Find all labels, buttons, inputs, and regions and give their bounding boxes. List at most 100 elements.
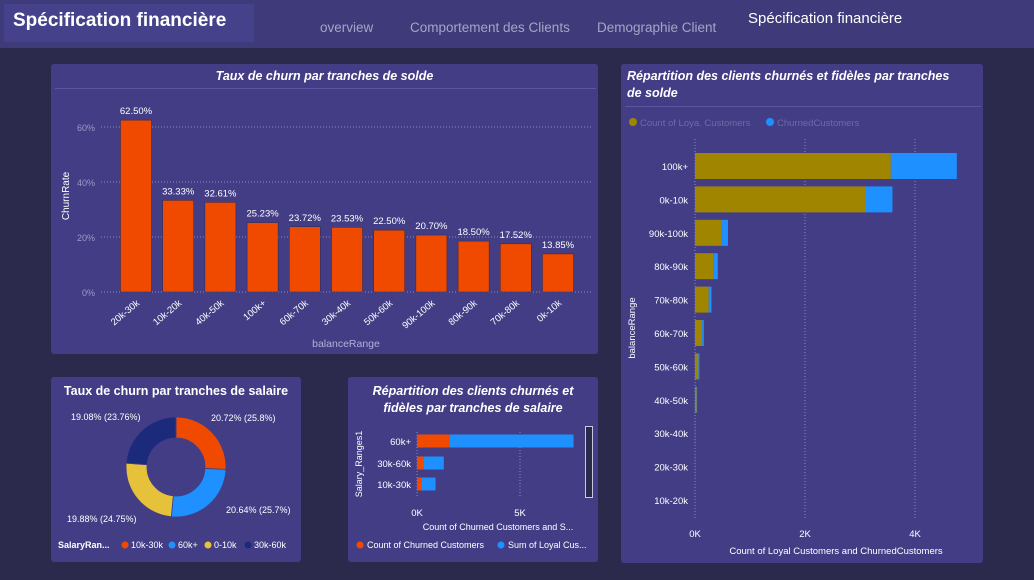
x-tick-label: 4K <box>909 529 921 540</box>
data-label: 17.52% <box>500 230 533 241</box>
y-tick-label: 100k+ <box>662 162 689 173</box>
slice-label: 19.08% (23.76%) <box>71 412 141 422</box>
y-tick-label: 0% <box>82 288 95 298</box>
bar <box>457 240 490 293</box>
bar-segment <box>695 219 722 246</box>
donut-slice <box>175 416 227 470</box>
balance-churn-card: Taux de churn par tranches de solde 0% 20… <box>51 64 598 354</box>
x-tick-label: 0k-10k <box>535 298 564 325</box>
x-tick-label: 100k+ <box>241 298 268 324</box>
bar-segment <box>695 286 709 313</box>
y-axis-title: Salary_Ranges1 <box>354 431 364 498</box>
donut-slice <box>125 462 174 518</box>
legend-marker <box>168 541 176 549</box>
y-tick-label: 90k-100k <box>649 229 688 240</box>
legend-label: 60k+ <box>178 540 198 550</box>
bar-segment <box>695 153 891 179</box>
tab-comportement-clients[interactable]: Comportement des Clients <box>410 0 570 48</box>
bar-segment <box>865 186 893 213</box>
legend-marker <box>497 541 505 549</box>
bar-segment <box>695 386 697 413</box>
legend-label: 10k-30k <box>131 540 164 550</box>
bar-segment <box>417 477 422 491</box>
bar-segment <box>721 219 728 246</box>
x-tick-label: 0K <box>411 508 423 519</box>
bar <box>331 227 363 293</box>
y-tick-label: 40% <box>77 178 95 188</box>
y-tick-label: 10k-30k <box>377 480 411 491</box>
data-label: 33.33% <box>162 186 195 197</box>
bar-segment <box>695 320 703 346</box>
slice-label: 20.72% (25.8%) <box>211 413 276 423</box>
y-tick-label: 50k-60k <box>654 362 688 373</box>
bar <box>120 119 152 293</box>
y-tick-label: 30k-40k <box>654 429 688 440</box>
legend-label: Count of Churned Customers <box>367 540 485 550</box>
donut-slice <box>170 468 227 518</box>
y-tick-label: 70k-80k <box>654 296 688 307</box>
bar-segment <box>890 153 957 179</box>
page-title: Spécification financière <box>4 4 254 42</box>
data-label: 22.50% <box>373 216 406 227</box>
x-tick-label: 0K <box>689 529 701 540</box>
data-label: 23.53% <box>331 213 364 224</box>
bar-segment <box>702 320 704 346</box>
bar <box>415 234 448 293</box>
x-axis-title: Count of Churned Customers and S... <box>423 522 574 532</box>
legend-label: 30k-60k <box>254 540 287 550</box>
y-tick-label: 10k-20k <box>654 496 688 507</box>
data-label: 13.85% <box>542 240 575 251</box>
x-tick-label: 30k-40k <box>320 298 353 328</box>
legend-marker <box>356 541 364 549</box>
legend-marker <box>766 118 774 126</box>
legend-marker <box>244 541 252 549</box>
slice-label: 19.88% (24.75%) <box>67 514 137 524</box>
bar-segment <box>695 353 699 380</box>
legend-label: ChurnedCustomers <box>777 118 860 129</box>
x-axis-title: balanceRange <box>312 338 380 350</box>
legend-label: Sum of Loyal Cus... <box>508 540 587 550</box>
legend-label: 0-10k <box>214 540 237 550</box>
bar <box>162 200 194 293</box>
x-tick-label: 70k-80k <box>489 298 522 328</box>
x-tick-label: 5K <box>514 508 526 519</box>
salary-split-card: Répartition des clients churnés et fidèl… <box>348 377 598 562</box>
bar <box>204 202 237 293</box>
tab-demographie-client[interactable]: Demographie Client <box>597 0 716 48</box>
data-label: 23.72% <box>289 213 322 224</box>
legend-title: SalaryRan... <box>58 540 110 550</box>
bar <box>289 226 321 293</box>
bar <box>542 253 574 293</box>
tab-specification-financiere[interactable]: Spécification financière <box>748 0 902 48</box>
data-label: 18.50% <box>457 227 490 238</box>
salary-churn-card: Taux de churn par tranches de salaire 20… <box>51 377 301 562</box>
legend-marker <box>629 118 637 126</box>
bar-segment <box>417 456 424 470</box>
x-tick-label: 10k-20k <box>151 298 184 328</box>
bar-segment <box>421 477 436 491</box>
y-tick-label: 0k-10k <box>659 195 688 206</box>
x-tick-label: 20k-30k <box>109 298 142 328</box>
bar-segment <box>708 286 712 313</box>
y-tick-label: 80k-90k <box>654 262 688 273</box>
top-navigation-bar: Spécification financière overview Compor… <box>0 0 1034 48</box>
legend-marker <box>121 541 129 549</box>
bar-segment <box>695 186 866 213</box>
bar <box>373 229 405 293</box>
data-label: 62.50% <box>120 106 153 117</box>
bar-segment <box>449 434 574 448</box>
x-axis-title: Count of Loyal Customers and ChurnedCust… <box>729 546 943 557</box>
y-tick-label: 20k-30k <box>654 463 688 474</box>
x-tick-label: 40k-50k <box>193 298 226 328</box>
tab-overview[interactable]: overview <box>320 0 373 48</box>
data-label: 25.23% <box>246 209 279 220</box>
bar-segment <box>417 434 450 448</box>
x-tick-label: 50k-60k <box>362 298 395 328</box>
slice-label: 20.64% (25.7%) <box>226 505 291 515</box>
x-tick-label: 90k-100k <box>400 298 437 332</box>
x-tick-label: 2K <box>799 529 811 540</box>
y-tick-label: 60k+ <box>390 437 411 448</box>
y-tick-label: 60k-70k <box>654 329 688 340</box>
balance-split-card: Répartition des clients churnés et fidèl… <box>621 64 983 563</box>
vertical-scrollbar[interactable] <box>585 426 593 498</box>
